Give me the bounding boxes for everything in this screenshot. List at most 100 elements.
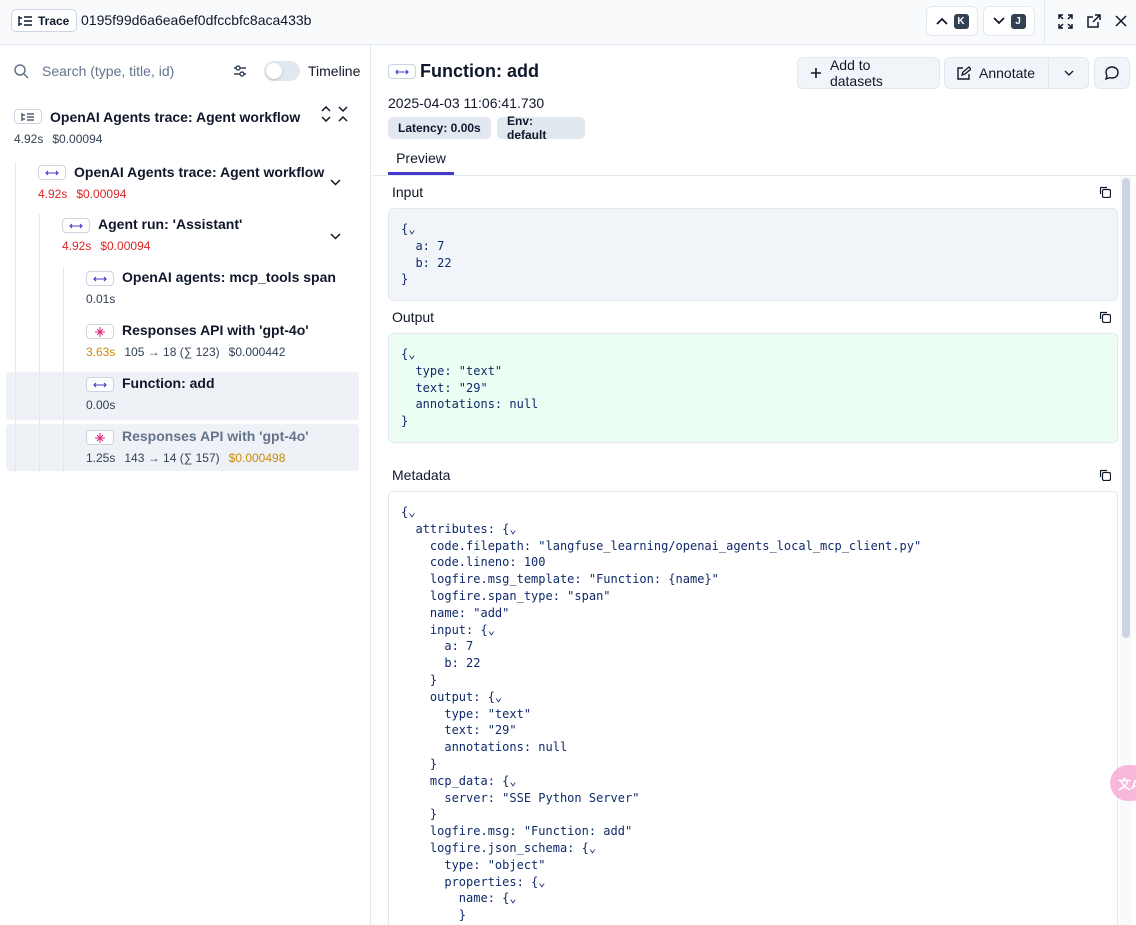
trace-badge: Trace xyxy=(11,9,78,32)
node-duration: 1.25s xyxy=(86,451,116,465)
toggle-knob xyxy=(266,63,282,79)
node-title: Function: add xyxy=(122,375,215,391)
scrollbar-thumb[interactable] xyxy=(1122,178,1130,638)
node-duration: 4.92s xyxy=(38,187,68,201)
chevron-down-icon[interactable] xyxy=(330,179,341,186)
add-to-datasets-button[interactable]: Add to datasets xyxy=(797,57,940,89)
generation-icon xyxy=(86,324,114,339)
json-line: code.lineno: 100 xyxy=(401,555,546,570)
tree-guide xyxy=(63,267,64,472)
node-meta: 1.25s 143 → 14 (∑ 157) $0.000498 xyxy=(86,451,285,465)
node-cost: $0.000498 xyxy=(228,451,286,465)
trace-badge-label: Trace xyxy=(38,13,70,28)
span-icon xyxy=(86,377,114,392)
edit-icon xyxy=(957,66,971,80)
shortcut-j: J xyxy=(1010,13,1026,29)
node-duration: 0.01s xyxy=(86,292,116,306)
tab-preview[interactable]: Preview xyxy=(388,147,454,175)
copy-icon[interactable] xyxy=(1099,186,1111,198)
timeline-toggle[interactable] xyxy=(264,61,300,81)
collapse-expand-icon[interactable] xyxy=(321,106,331,122)
json-line: code.filepath: "langfuse_learning/openai… xyxy=(401,538,922,553)
json-line: logfire.span_type: "span" xyxy=(401,588,611,603)
latency-badge: Latency: 0.00s xyxy=(388,117,491,139)
settings-sliders-icon[interactable] xyxy=(232,63,248,79)
json-line: annotations: null xyxy=(401,397,539,412)
collapse-all-icon[interactable] xyxy=(338,106,348,122)
node-meta: 4.92s $0.00094 xyxy=(38,187,126,201)
node-meta: 3.63s 105 → 18 (∑ 123) $0.000442 xyxy=(86,345,285,359)
node-title: OpenAI agents: mcp_tools span xyxy=(122,269,336,285)
search-icon xyxy=(14,64,29,79)
json-line: attributes: {⌄ xyxy=(401,521,517,536)
json-line: a: 7 xyxy=(401,238,445,253)
output-section-title: Output xyxy=(392,309,435,325)
annotate-label: Annotate xyxy=(979,65,1036,81)
comment-icon xyxy=(1104,66,1119,81)
span-icon xyxy=(86,271,114,286)
node-duration: 3.63s xyxy=(86,345,116,359)
shortcut-k: K xyxy=(953,13,969,29)
timestamp: 2025-04-03 11:06:41.730 xyxy=(388,95,545,111)
node-meta: 0.00s xyxy=(86,398,115,412)
tree-guide xyxy=(15,162,16,472)
node-cost: $0.00094 xyxy=(100,239,151,253)
span-icon xyxy=(62,218,90,233)
divider xyxy=(1044,0,1045,44)
json-line: text: "29" xyxy=(401,723,517,738)
json-line: annotations: null xyxy=(401,740,568,755)
plus-icon xyxy=(810,68,821,78)
input-section-title: Input xyxy=(392,184,424,200)
span-icon xyxy=(388,64,416,79)
search-input[interactable] xyxy=(42,63,222,79)
json-line: type: "text" xyxy=(401,363,503,378)
json-line: } xyxy=(401,756,438,771)
node-cost: $0.00094 xyxy=(52,132,103,146)
trace-icon xyxy=(14,109,42,124)
tree-guide xyxy=(39,214,40,472)
json-line: } xyxy=(401,414,409,429)
node-duration: 0.00s xyxy=(86,398,116,412)
chevron-down-icon[interactable] xyxy=(330,233,341,240)
chevron-down-icon xyxy=(992,17,1005,25)
external-link-icon[interactable] xyxy=(1084,12,1102,30)
copy-icon[interactable] xyxy=(1099,311,1111,323)
close-icon[interactable] xyxy=(1112,12,1130,30)
json-line: a: 7 xyxy=(401,639,474,654)
json-line: logfire.json_schema: {⌄ xyxy=(401,840,597,855)
node-title: Responses API with 'gpt-4o' xyxy=(122,428,309,444)
node-title: OpenAI Agents trace: Agent workflow xyxy=(74,164,325,180)
json-line: mcp_data: {⌄ xyxy=(401,773,517,788)
json-line: logfire.msg: "Function: add" xyxy=(401,824,633,839)
json-line: text: "29" xyxy=(401,380,488,395)
previous-trace-button[interactable]: K xyxy=(926,6,978,36)
annotate-button[interactable]: Annotate xyxy=(944,57,1049,89)
copy-icon[interactable] xyxy=(1099,469,1111,481)
input-json-viewer: {⌄ a: 7 b: 22} xyxy=(388,208,1118,301)
env-badge: Env: default xyxy=(497,114,585,142)
chevron-down-icon xyxy=(1064,70,1073,76)
json-line: input: {⌄ xyxy=(401,622,495,637)
node-cost: $0.000442 xyxy=(228,345,286,359)
json-line: b: 22 xyxy=(401,255,452,270)
generation-icon xyxy=(86,430,114,445)
observation-title: Function: add xyxy=(420,61,539,81)
json-line: {⌄ xyxy=(401,222,416,236)
comment-button[interactable] xyxy=(1094,57,1130,89)
json-line: } xyxy=(401,672,438,687)
node-title: Agent run: 'Assistant' xyxy=(98,216,243,232)
json-line: logfire.msg_template: "Function: {name}" xyxy=(401,572,719,587)
json-line: type: "text" xyxy=(401,706,532,721)
expand-icon[interactable] xyxy=(1056,12,1074,30)
json-line: } xyxy=(401,272,409,287)
annotate-dropdown-button[interactable] xyxy=(1048,57,1089,89)
json-line: server: "SSE Python Server" xyxy=(401,790,640,805)
tab-divider xyxy=(372,175,1136,176)
trace-tree-panel: Timeline OpenAI Agents trace: Agent work… xyxy=(0,45,371,925)
metadata-json-viewer: {⌄ attributes: {⌄ code.filepath: "langfu… xyxy=(388,491,1118,925)
json-line: name: "add" xyxy=(401,605,510,620)
output-json-viewer: {⌄ type: "text" text: "29" annotations: … xyxy=(388,333,1118,443)
trace-list-icon xyxy=(18,15,32,26)
next-trace-button[interactable]: J xyxy=(983,6,1035,36)
json-line: } xyxy=(401,908,467,923)
